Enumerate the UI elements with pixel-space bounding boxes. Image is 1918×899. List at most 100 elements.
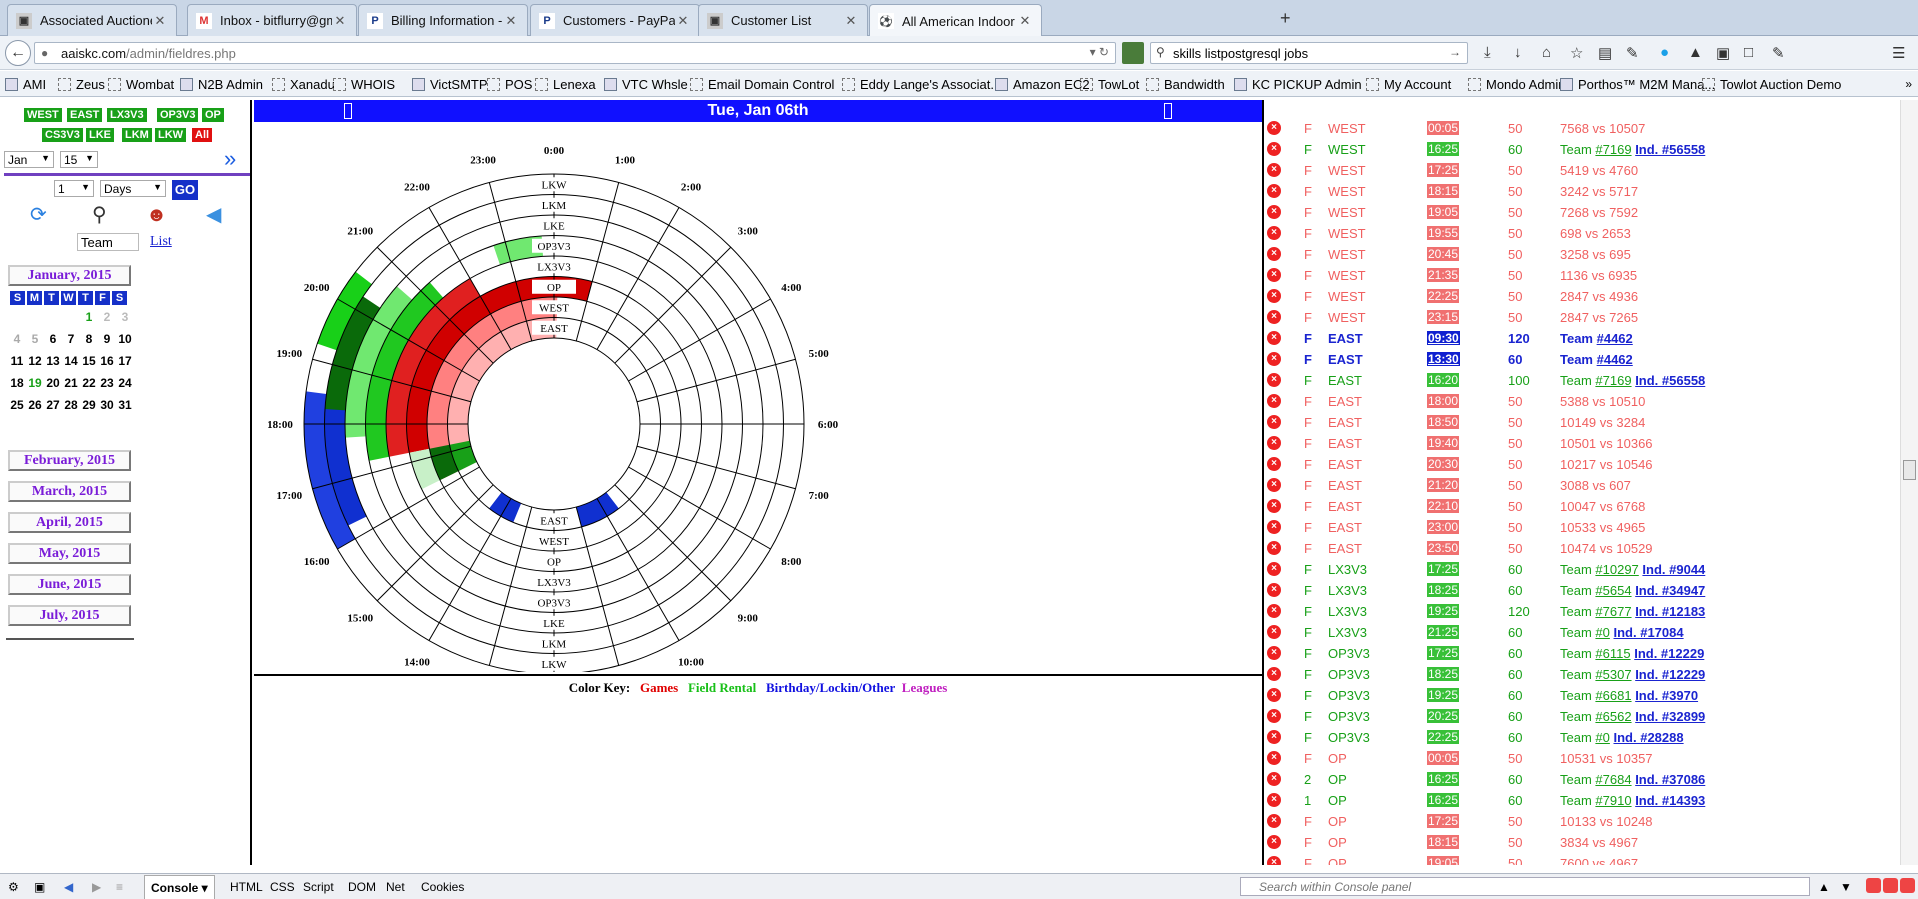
month-select[interactable]: Jan ▼ bbox=[4, 151, 54, 168]
calendar-day[interactable]: 14 bbox=[62, 354, 80, 368]
field-button-op[interactable]: OP bbox=[202, 108, 224, 122]
calendar-day[interactable]: 20 bbox=[44, 376, 62, 390]
team-link[interactable]: #4462 bbox=[1597, 331, 1633, 346]
delete-icon[interactable]: × bbox=[1267, 604, 1281, 618]
individual-link[interactable]: Ind. #14393 bbox=[1635, 793, 1705, 808]
browser-tab-2[interactable]: M Inbox - bitflurry@gmail.co...✕ bbox=[187, 4, 357, 36]
reservation-row[interactable]: × F WEST 22:25 50 2847 vs 4936 bbox=[1264, 286, 1900, 307]
calendar-day[interactable]: 26 bbox=[26, 398, 44, 412]
reservation-time[interactable]: 19:55 bbox=[1427, 226, 1460, 240]
reservation-time[interactable]: 23:00 bbox=[1427, 520, 1460, 534]
browser-tab-3[interactable]: P Billing Information - PayPal✕ bbox=[358, 4, 528, 36]
bookmark-item[interactable]: Eddy Lange's Associat... bbox=[842, 77, 1001, 92]
extension-icon[interactable]: ▲ bbox=[1688, 44, 1703, 61]
reservation-time[interactable]: 21:20 bbox=[1427, 478, 1460, 492]
reservation-row[interactable]: × 1 OP 16:25 60 Team #7910 Ind. #14393 bbox=[1264, 790, 1900, 811]
bookmark-item[interactable]: Towlot Auction Demo bbox=[1702, 77, 1841, 92]
field-button-east[interactable]: EAST bbox=[67, 108, 103, 122]
reservation-row[interactable]: × F OP 19:05 50 7600 vs 4967 bbox=[1264, 853, 1900, 865]
reservation-row[interactable]: × F LX3V3 21:25 60 Team #0 Ind. #17084 bbox=[1264, 622, 1900, 643]
reservation-row[interactable]: × F WEST 20:45 50 3258 vs 695 bbox=[1264, 244, 1900, 265]
delete-icon[interactable]: × bbox=[1267, 625, 1281, 639]
back-button[interactable]: ← bbox=[5, 40, 31, 66]
team-link[interactable]: #0 bbox=[1595, 730, 1609, 745]
search-bar[interactable]: ⚲ skills listpostgresql jobs → bbox=[1150, 42, 1468, 64]
bookmark-item[interactable]: Lenexa bbox=[535, 77, 596, 92]
calendar-day[interactable]: 24 bbox=[116, 376, 134, 390]
downloads-icon[interactable]: ↓ bbox=[1514, 44, 1522, 61]
delete-icon[interactable]: × bbox=[1267, 499, 1281, 513]
reservation-row[interactable]: × F OP 18:15 50 3834 vs 4967 bbox=[1264, 832, 1900, 853]
delete-icon[interactable]: × bbox=[1267, 814, 1281, 828]
minimize-icon[interactable] bbox=[1866, 878, 1881, 893]
team-link[interactable]: #7677 bbox=[1595, 604, 1631, 619]
calendar-day[interactable]: 6 bbox=[44, 332, 62, 346]
bookmark-item[interactable]: WHOIS bbox=[333, 77, 395, 92]
bookmark-item[interactable]: VTC Whsle bbox=[604, 77, 688, 92]
delete-icon[interactable]: × bbox=[1267, 415, 1281, 429]
reservation-row[interactable]: × F WEST 19:05 50 7268 vs 7592 bbox=[1264, 202, 1900, 223]
team-link[interactable]: #6562 bbox=[1595, 709, 1631, 724]
month-button[interactable]: March, 2015 bbox=[8, 481, 131, 502]
calendar-day[interactable]: 4 bbox=[8, 332, 26, 346]
calendar-day[interactable]: 11 bbox=[8, 354, 26, 368]
delete-icon[interactable]: × bbox=[1267, 646, 1281, 660]
delete-icon[interactable]: × bbox=[1267, 457, 1281, 471]
team-link[interactable]: #0 bbox=[1595, 625, 1609, 640]
month-button[interactable]: July, 2015 bbox=[8, 605, 131, 626]
delete-icon[interactable]: × bbox=[1267, 793, 1281, 807]
back-icon[interactable]: ◀ bbox=[64, 880, 73, 894]
team-link[interactable]: #7169 bbox=[1595, 373, 1631, 388]
bookmark-item[interactable]: Zeus bbox=[58, 77, 105, 92]
bookmark-item[interactable]: Mondo Admin bbox=[1468, 77, 1566, 92]
reservation-time[interactable]: 22:25 bbox=[1427, 289, 1460, 303]
team-link[interactable]: #4462 bbox=[1597, 352, 1633, 367]
refresh-icon[interactable]: ⟳ bbox=[30, 204, 47, 226]
bookmarks-menu-icon[interactable]: ▤ bbox=[1598, 44, 1612, 62]
new-tab-button[interactable]: + bbox=[1280, 8, 1291, 29]
pen-icon[interactable]: ✎ bbox=[1626, 44, 1639, 62]
field-button-lkm[interactable]: LKM bbox=[122, 128, 152, 142]
reload-icon[interactable]: ▾ ↻ bbox=[1090, 45, 1109, 59]
reservation-row[interactable]: × F WEST 17:25 50 5419 vs 4760 bbox=[1264, 160, 1900, 181]
prev-day-handle[interactable] bbox=[344, 103, 352, 119]
fast-forward-icon[interactable]: » bbox=[224, 148, 236, 170]
firebug-icon[interactable]: ⚙ bbox=[8, 880, 19, 894]
month-button[interactable]: June, 2015 bbox=[8, 574, 131, 595]
bookmark-star-icon[interactable]: ☆ bbox=[1570, 44, 1583, 62]
delete-icon[interactable]: × bbox=[1267, 541, 1281, 555]
delete-icon[interactable]: × bbox=[1267, 310, 1281, 324]
close-tab-icon[interactable]: ✕ bbox=[1017, 13, 1033, 29]
command-icon[interactable]: ≡ bbox=[116, 880, 123, 894]
reservation-time[interactable]: 18:25 bbox=[1427, 667, 1460, 681]
reservation-time[interactable]: 18:25 bbox=[1427, 583, 1460, 597]
calendar-day[interactable]: 22 bbox=[80, 376, 98, 390]
reservation-row[interactable]: × F OP 00:05 50 10531 vs 10357 bbox=[1264, 748, 1900, 769]
console-tab[interactable]: Console ▾ bbox=[144, 875, 215, 899]
bookmark-item[interactable]: Amazon EC2 bbox=[995, 77, 1090, 92]
count-select[interactable]: 1 ▼ bbox=[54, 180, 94, 197]
reservation-row[interactable]: × F OP3V3 19:25 60 Team #6681 Ind. #3970 bbox=[1264, 685, 1900, 706]
firebug-tab-script[interactable]: Script bbox=[303, 880, 334, 894]
month-button[interactable]: April, 2015 bbox=[8, 512, 131, 533]
delete-icon[interactable]: × bbox=[1267, 772, 1281, 786]
calendar-day[interactable]: 9 bbox=[98, 332, 116, 346]
reservation-row[interactable]: × F WEST 23:15 50 2847 vs 7265 bbox=[1264, 307, 1900, 328]
field-button-lx3v3[interactable]: LX3V3 bbox=[107, 108, 147, 122]
paint-icon[interactable]: ✎ bbox=[1772, 44, 1785, 62]
notification-icon[interactable]: □ bbox=[1744, 44, 1753, 61]
bookmarks-overflow-icon[interactable]: » bbox=[1905, 77, 1912, 91]
reservation-time[interactable]: 19:25 bbox=[1427, 604, 1460, 618]
reservation-time[interactable]: 19:05 bbox=[1427, 856, 1460, 865]
calendar-day[interactable]: 3 bbox=[116, 310, 134, 324]
back-arrow-icon[interactable]: ◀ bbox=[206, 204, 221, 226]
individual-link[interactable]: Ind. #56558 bbox=[1635, 373, 1705, 388]
delete-icon[interactable]: × bbox=[1267, 751, 1281, 765]
month-button[interactable]: May, 2015 bbox=[8, 543, 131, 564]
delete-icon[interactable]: × bbox=[1267, 730, 1281, 744]
reservation-row[interactable]: × F WEST 21:35 50 1136 vs 6935 bbox=[1264, 265, 1900, 286]
field-button-lke[interactable]: LKE bbox=[86, 128, 114, 142]
calendar-day[interactable]: 31 bbox=[116, 398, 134, 412]
vertical-scrollbar[interactable] bbox=[1900, 100, 1918, 865]
site-identity-icon[interactable] bbox=[1122, 42, 1144, 64]
